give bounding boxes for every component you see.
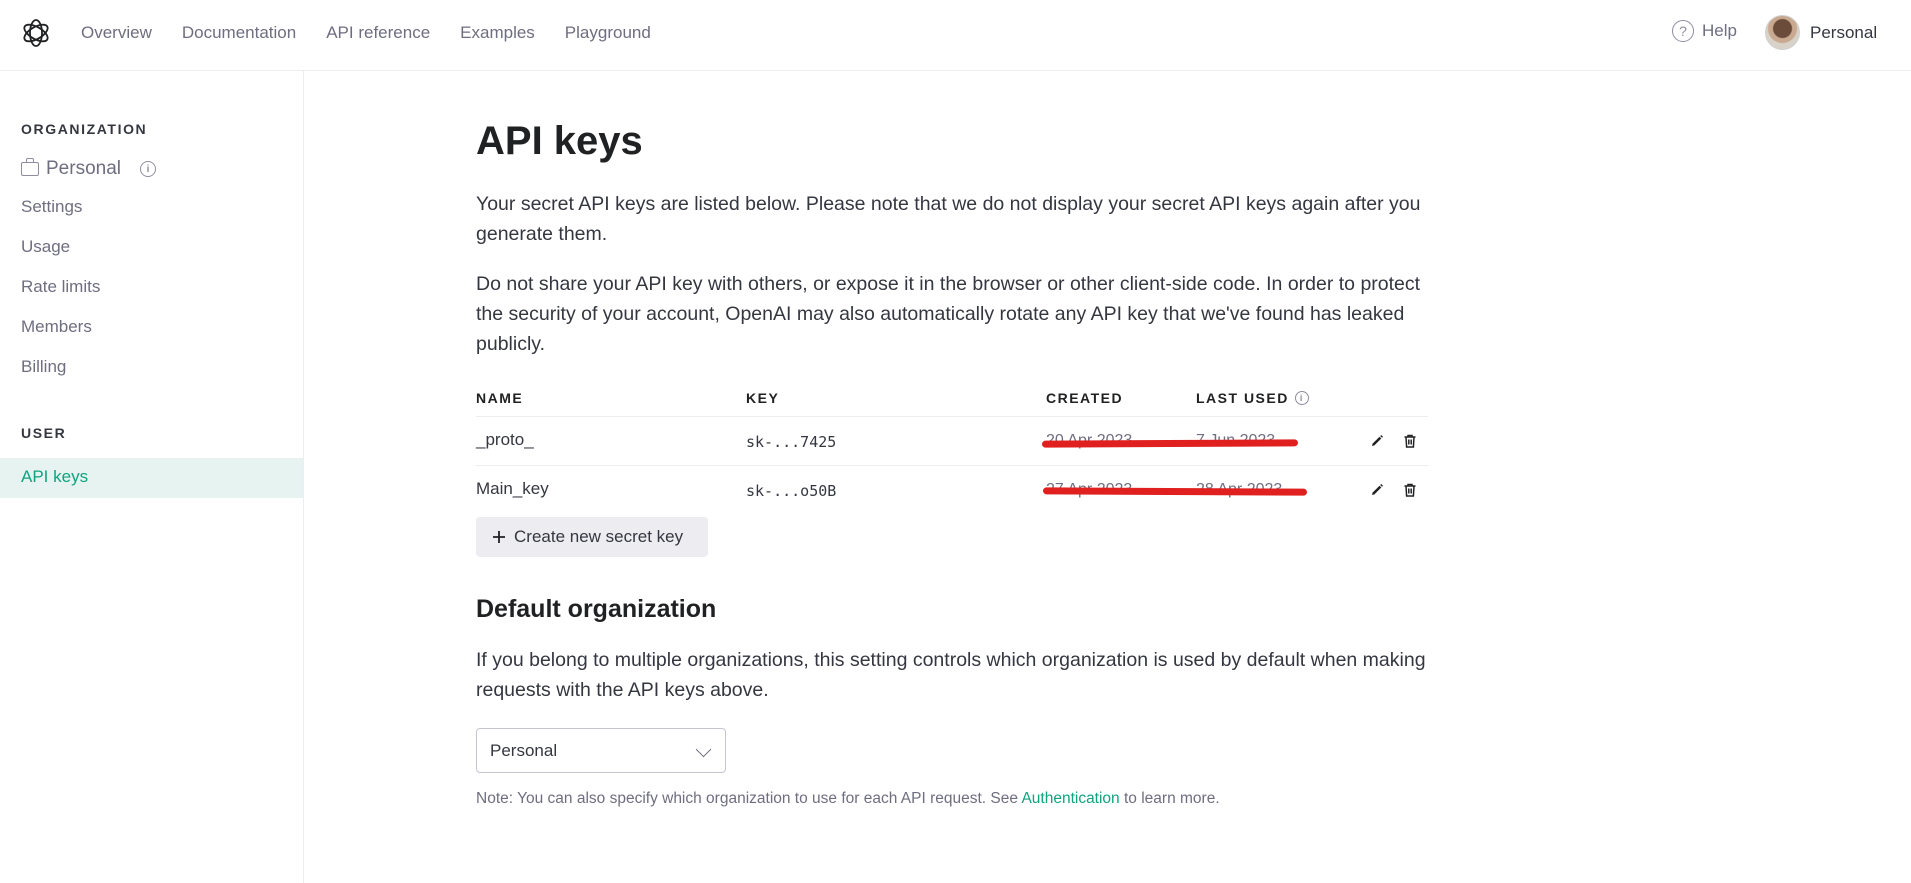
trash-icon[interactable] bbox=[1402, 433, 1418, 449]
create-button-label: Create new secret key bbox=[514, 527, 684, 546]
nav-api-reference[interactable]: API reference bbox=[326, 23, 430, 43]
organization-section-title: ORGANIZATION bbox=[21, 121, 148, 137]
top-navigation: Overview Documentation API reference Exa… bbox=[0, 0, 1911, 71]
column-header-last-used: LAST USED i bbox=[1196, 390, 1309, 406]
table-divider bbox=[476, 416, 1428, 417]
column-header-name: NAME bbox=[476, 390, 524, 406]
intro-text: Your secret API keys are listed below. P… bbox=[476, 193, 1421, 245]
key-value: sk-...7425 bbox=[746, 433, 837, 451]
key-value: sk-...o50B bbox=[746, 482, 837, 500]
redaction-mark bbox=[1042, 487, 1308, 496]
nav-playground[interactable]: Playground bbox=[565, 23, 651, 43]
create-secret-key-button[interactable]: Create new secret key bbox=[476, 517, 708, 557]
note-suffix: to learn more. bbox=[1119, 790, 1220, 807]
key-name: _proto_ bbox=[476, 430, 534, 449]
redaction-mark bbox=[1041, 439, 1299, 448]
authentication-link[interactable]: Authentication bbox=[1021, 790, 1119, 807]
warning-text: Do not share your API key with others, o… bbox=[476, 273, 1421, 355]
nav-links: Overview Documentation API reference Exa… bbox=[81, 0, 651, 66]
question-circle-icon: ? bbox=[1672, 20, 1694, 42]
last-used-label: LAST USED bbox=[1196, 390, 1289, 406]
sidebar-item-billing[interactable]: Billing bbox=[21, 357, 66, 377]
page-title: API keys bbox=[476, 119, 643, 163]
select-value: Personal bbox=[490, 740, 558, 760]
key-name: Main_key bbox=[476, 479, 549, 498]
edit-icon[interactable] bbox=[1369, 433, 1385, 449]
info-icon[interactable]: i bbox=[140, 161, 156, 177]
sidebar-item-rate-limits[interactable]: Rate limits bbox=[21, 277, 100, 297]
help-button[interactable]: ? Help bbox=[1672, 20, 1737, 42]
sidebar-item-usage[interactable]: Usage bbox=[21, 237, 70, 257]
user-section-title: USER bbox=[21, 425, 67, 441]
avatar bbox=[1765, 15, 1800, 50]
sidebar-item-api-keys[interactable]: API keys bbox=[0, 458, 303, 498]
trash-icon[interactable] bbox=[1402, 482, 1418, 498]
organization-name: Personal bbox=[46, 158, 121, 179]
column-header-key: KEY bbox=[746, 390, 780, 406]
chevron-down-icon bbox=[695, 741, 712, 758]
edit-icon[interactable] bbox=[1369, 482, 1385, 498]
account-name: Personal bbox=[1810, 22, 1878, 42]
nav-examples[interactable]: Examples bbox=[460, 23, 535, 43]
openai-logo-icon[interactable] bbox=[20, 17, 52, 49]
authentication-note: Note: You can also specify which organiz… bbox=[476, 790, 1220, 808]
plus-icon bbox=[493, 531, 505, 543]
default-organization-title: Default organization bbox=[476, 595, 717, 623]
sidebar-item-label: API keys bbox=[21, 467, 89, 486]
sidebar-item-settings[interactable]: Settings bbox=[21, 197, 82, 217]
sidebar-item-members[interactable]: Members bbox=[21, 317, 92, 337]
nav-documentation[interactable]: Documentation bbox=[182, 23, 296, 43]
default-organization-select[interactable]: Personal bbox=[476, 728, 726, 773]
column-header-created: CREATED bbox=[1046, 390, 1124, 406]
note-prefix: Note: You can also specify which organiz… bbox=[476, 790, 1022, 807]
account-menu[interactable]: Personal bbox=[1765, 15, 1877, 50]
default-organization-description: If you belong to multiple organizations,… bbox=[476, 649, 1426, 701]
sidebar: ORGANIZATION Personal i Settings Usage R… bbox=[0, 71, 304, 883]
help-label: Help bbox=[1702, 21, 1737, 40]
nav-overview[interactable]: Overview bbox=[81, 23, 152, 43]
info-icon[interactable]: i bbox=[1294, 391, 1309, 405]
briefcase-icon bbox=[21, 158, 39, 176]
table-divider bbox=[476, 465, 1428, 466]
organization-selector[interactable]: Personal i bbox=[21, 158, 156, 180]
